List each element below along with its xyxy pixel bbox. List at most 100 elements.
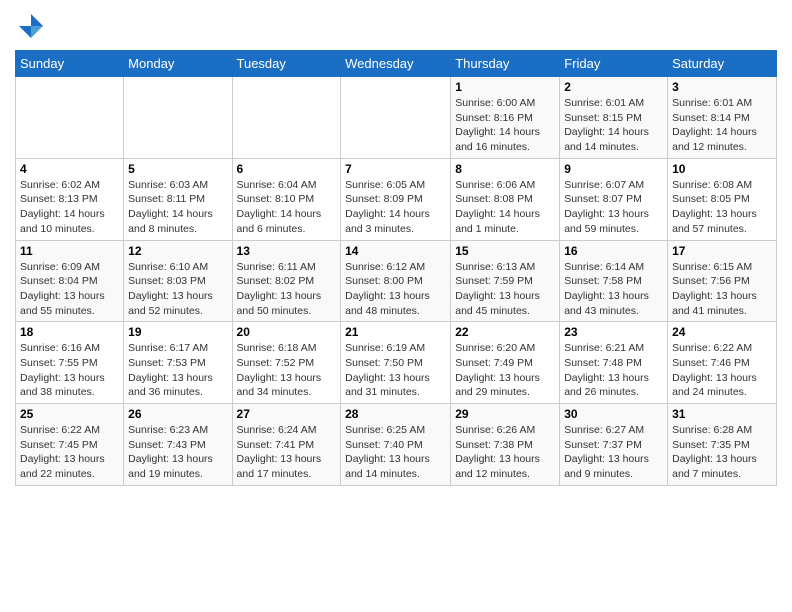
calendar-cell: 17Sunrise: 6:15 AMSunset: 7:56 PMDayligh… bbox=[668, 240, 777, 322]
calendar-cell: 28 Sunrise: 6:25 AMSunset: 7:40 PMDayligh… bbox=[341, 404, 451, 486]
cell-text: Sunrise: 6:03 AMSunset: 8:11 PMDaylight:… bbox=[128, 179, 213, 235]
cell-text: Sunrise: 6:19 AMSunset: 7:50 PMDaylight:… bbox=[345, 342, 430, 398]
weekday-header: Tuesday bbox=[232, 51, 341, 77]
day-number: 30 bbox=[564, 407, 663, 421]
cell-text: Sunrise: 6:09 AMSunset: 8:04 PMDaylight:… bbox=[20, 261, 105, 317]
header bbox=[15, 10, 777, 42]
calendar-cell: 16Sunrise: 6:14 AMSunset: 7:58 PMDayligh… bbox=[560, 240, 668, 322]
cell-text: Sunrise: 6:12 AMSunset: 8:00 PMDaylight:… bbox=[345, 261, 430, 317]
cell-text: Sunrise: 6:18 AMSunset: 7:52 PMDaylight:… bbox=[237, 342, 322, 398]
calendar: SundayMondayTuesdayWednesdayThursdayFrid… bbox=[15, 50, 777, 486]
day-number: 28 bbox=[345, 407, 446, 421]
day-number: 22 bbox=[455, 325, 555, 339]
calendar-cell: 6Sunrise: 6:04 AMSunset: 8:10 PMDaylight… bbox=[232, 158, 341, 240]
calendar-cell bbox=[341, 77, 451, 159]
calendar-week: 4 Sunrise: 6:02 AMSunset: 8:13 PMDaylight… bbox=[16, 158, 777, 240]
cell-text: Sunrise: 6:24 AMSunset: 7:41 PMDaylight:… bbox=[237, 424, 322, 480]
cell-text: Sunrise: 6:01 AMSunset: 8:15 PMDaylight:… bbox=[564, 97, 649, 153]
cell-text: Sunrise: 6:17 AMSunset: 7:53 PMDaylight:… bbox=[128, 342, 213, 398]
cell-text: Sunrise: 6:21 AMSunset: 7:48 PMDaylight:… bbox=[564, 342, 649, 398]
day-number: 23 bbox=[564, 325, 663, 339]
calendar-cell: 15Sunrise: 6:13 AMSunset: 7:59 PMDayligh… bbox=[451, 240, 560, 322]
cell-text: Sunrise: 6:22 AMSunset: 7:45 PMDaylight:… bbox=[20, 424, 105, 480]
calendar-cell bbox=[124, 77, 232, 159]
day-number: 24 bbox=[672, 325, 772, 339]
calendar-cell: 13 Sunrise: 6:11 AMSunset: 8:02 PMDayligh… bbox=[232, 240, 341, 322]
cell-text: Sunrise: 6:07 AMSunset: 8:07 PMDaylight:… bbox=[564, 179, 649, 235]
calendar-cell: 4 Sunrise: 6:02 AMSunset: 8:13 PMDaylight… bbox=[16, 158, 124, 240]
day-number: 19 bbox=[128, 325, 227, 339]
weekday-header: Monday bbox=[124, 51, 232, 77]
weekday-header: Thursday bbox=[451, 51, 560, 77]
day-number: 27 bbox=[237, 407, 337, 421]
cell-text: Sunrise: 6:25 AMSunset: 7:40 PMDaylight:… bbox=[345, 424, 430, 480]
day-number: 8 bbox=[455, 162, 555, 176]
day-number: 1 bbox=[455, 80, 555, 94]
cell-text: Sunrise: 6:16 AMSunset: 7:55 PMDaylight:… bbox=[20, 342, 105, 398]
cell-text: Sunrise: 6:27 AMSunset: 7:37 PMDaylight:… bbox=[564, 424, 649, 480]
calendar-cell: 2 Sunrise: 6:01 AMSunset: 8:15 PMDaylight… bbox=[560, 77, 668, 159]
calendar-cell: 19 Sunrise: 6:17 AMSunset: 7:53 PMDayligh… bbox=[124, 322, 232, 404]
weekday-header: Friday bbox=[560, 51, 668, 77]
calendar-week: 18 Sunrise: 6:16 AMSunset: 7:55 PMDayligh… bbox=[16, 322, 777, 404]
weekday-header: Sunday bbox=[16, 51, 124, 77]
calendar-cell: 9 Sunrise: 6:07 AMSunset: 8:07 PMDaylight… bbox=[560, 158, 668, 240]
day-number: 7 bbox=[345, 162, 446, 176]
cell-text: Sunrise: 6:01 AMSunset: 8:14 PMDaylight:… bbox=[672, 97, 757, 153]
calendar-cell: 5 Sunrise: 6:03 AMSunset: 8:11 PMDaylight… bbox=[124, 158, 232, 240]
day-number: 31 bbox=[672, 407, 772, 421]
day-number: 21 bbox=[345, 325, 446, 339]
day-number: 14 bbox=[345, 244, 446, 258]
calendar-week: 25 Sunrise: 6:22 AMSunset: 7:45 PMDayligh… bbox=[16, 404, 777, 486]
calendar-cell: 3 Sunrise: 6:01 AMSunset: 8:14 PMDaylight… bbox=[668, 77, 777, 159]
cell-text: Sunrise: 6:00 AMSunset: 8:16 PMDaylight:… bbox=[455, 97, 540, 153]
logo bbox=[15, 10, 51, 42]
calendar-cell: 21 Sunrise: 6:19 AMSunset: 7:50 PMDayligh… bbox=[341, 322, 451, 404]
cell-text: Sunrise: 6:02 AMSunset: 8:13 PMDaylight:… bbox=[20, 179, 105, 235]
calendar-cell: 7Sunrise: 6:05 AMSunset: 8:09 PMDaylight… bbox=[341, 158, 451, 240]
cell-text: Sunrise: 6:22 AMSunset: 7:46 PMDaylight:… bbox=[672, 342, 757, 398]
calendar-cell: 8 Sunrise: 6:06 AMSunset: 8:08 PMDaylight… bbox=[451, 158, 560, 240]
calendar-cell: 22 Sunrise: 6:20 AMSunset: 7:49 PMDayligh… bbox=[451, 322, 560, 404]
cell-text: Sunrise: 6:11 AMSunset: 8:02 PMDaylight:… bbox=[237, 261, 322, 317]
logo-icon bbox=[15, 10, 47, 42]
weekday-row: SundayMondayTuesdayWednesdayThursdayFrid… bbox=[16, 51, 777, 77]
calendar-cell: 26 Sunrise: 6:23 AMSunset: 7:43 PMDayligh… bbox=[124, 404, 232, 486]
calendar-cell: 14 Sunrise: 6:12 AMSunset: 8:00 PMDayligh… bbox=[341, 240, 451, 322]
day-number: 13 bbox=[237, 244, 337, 258]
cell-text: Sunrise: 6:26 AMSunset: 7:38 PMDaylight:… bbox=[455, 424, 540, 480]
day-number: 25 bbox=[20, 407, 119, 421]
calendar-cell: 18 Sunrise: 6:16 AMSunset: 7:55 PMDayligh… bbox=[16, 322, 124, 404]
day-number: 10 bbox=[672, 162, 772, 176]
day-number: 3 bbox=[672, 80, 772, 94]
day-number: 2 bbox=[564, 80, 663, 94]
calendar-cell: 10Sunrise: 6:08 AMSunset: 8:05 PMDayligh… bbox=[668, 158, 777, 240]
calendar-cell: 24 Sunrise: 6:22 AMSunset: 7:46 PMDayligh… bbox=[668, 322, 777, 404]
calendar-cell: 30 Sunrise: 6:27 AMSunset: 7:37 PMDayligh… bbox=[560, 404, 668, 486]
calendar-cell bbox=[232, 77, 341, 159]
calendar-week: 1 Sunrise: 6:00 AMSunset: 8:16 PMDaylight… bbox=[16, 77, 777, 159]
day-number: 26 bbox=[128, 407, 227, 421]
calendar-cell: 1 Sunrise: 6:00 AMSunset: 8:16 PMDaylight… bbox=[451, 77, 560, 159]
calendar-cell: 23 Sunrise: 6:21 AMSunset: 7:48 PMDayligh… bbox=[560, 322, 668, 404]
calendar-cell: 25 Sunrise: 6:22 AMSunset: 7:45 PMDayligh… bbox=[16, 404, 124, 486]
calendar-cell: 27 Sunrise: 6:24 AMSunset: 7:41 PMDayligh… bbox=[232, 404, 341, 486]
cell-text: Sunrise: 6:23 AMSunset: 7:43 PMDaylight:… bbox=[128, 424, 213, 480]
calendar-cell: 11Sunrise: 6:09 AMSunset: 8:04 PMDayligh… bbox=[16, 240, 124, 322]
calendar-header: SundayMondayTuesdayWednesdayThursdayFrid… bbox=[16, 51, 777, 77]
day-number: 20 bbox=[237, 325, 337, 339]
cell-text: Sunrise: 6:14 AMSunset: 7:58 PMDaylight:… bbox=[564, 261, 649, 317]
day-number: 17 bbox=[672, 244, 772, 258]
calendar-cell bbox=[16, 77, 124, 159]
cell-text: Sunrise: 6:06 AMSunset: 8:08 PMDaylight:… bbox=[455, 179, 540, 235]
day-number: 5 bbox=[128, 162, 227, 176]
day-number: 18 bbox=[20, 325, 119, 339]
calendar-body: 1 Sunrise: 6:00 AMSunset: 8:16 PMDaylight… bbox=[16, 77, 777, 486]
cell-text: Sunrise: 6:13 AMSunset: 7:59 PMDaylight:… bbox=[455, 261, 540, 317]
cell-text: Sunrise: 6:20 AMSunset: 7:49 PMDaylight:… bbox=[455, 342, 540, 398]
day-number: 9 bbox=[564, 162, 663, 176]
weekday-header: Saturday bbox=[668, 51, 777, 77]
day-number: 6 bbox=[237, 162, 337, 176]
calendar-cell: 20 Sunrise: 6:18 AMSunset: 7:52 PMDayligh… bbox=[232, 322, 341, 404]
day-number: 4 bbox=[20, 162, 119, 176]
